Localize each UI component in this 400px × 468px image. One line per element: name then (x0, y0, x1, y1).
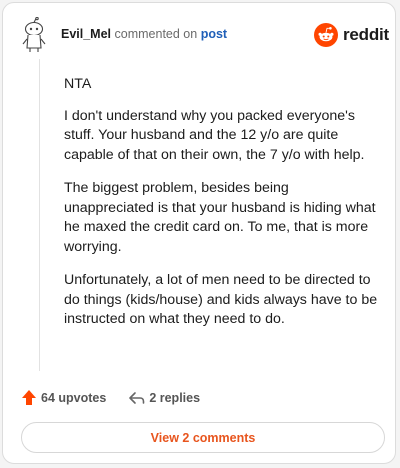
username[interactable]: Evil_Mel (61, 27, 111, 41)
comment-body: NTA I don't understand why you packed ev… (64, 75, 382, 344)
view-comments-button[interactable]: View 2 comments (21, 422, 385, 453)
snoo-avatar-icon (22, 16, 46, 52)
upvote-count: 64 upvotes (41, 390, 107, 405)
reddit-logo[interactable]: reddit (314, 23, 389, 47)
reply-arrow-icon (129, 391, 145, 404)
comment-header: Evil_Mel commented on post (61, 27, 227, 41)
replies-button[interactable]: 2 replies (128, 391, 200, 405)
post-link[interactable]: post (201, 27, 227, 41)
replies-count: 2 replies (149, 390, 201, 405)
comment-paragraph: I don't understand why you packed everyo… (64, 107, 365, 163)
comment-card: Evil_Mel commented on post reddit NTA I … (2, 2, 396, 464)
reddit-logo-icon (314, 23, 338, 47)
upvote-button[interactable]: 64 upvotes (21, 389, 106, 406)
reddit-wordmark: reddit (343, 25, 390, 44)
thread-line (39, 59, 40, 371)
avatar[interactable] (19, 16, 49, 53)
comment-paragraph: The biggest problem, besides being unapp… (64, 180, 376, 255)
comment-paragraph: NTA (64, 76, 92, 92)
comment-paragraph: Unfortunately, a lot of men need to be d… (64, 272, 378, 327)
upvote-arrow-icon (22, 390, 36, 405)
action-text: commented on (114, 27, 198, 41)
comment-actions: 64 upvotes 2 replies (21, 389, 200, 406)
